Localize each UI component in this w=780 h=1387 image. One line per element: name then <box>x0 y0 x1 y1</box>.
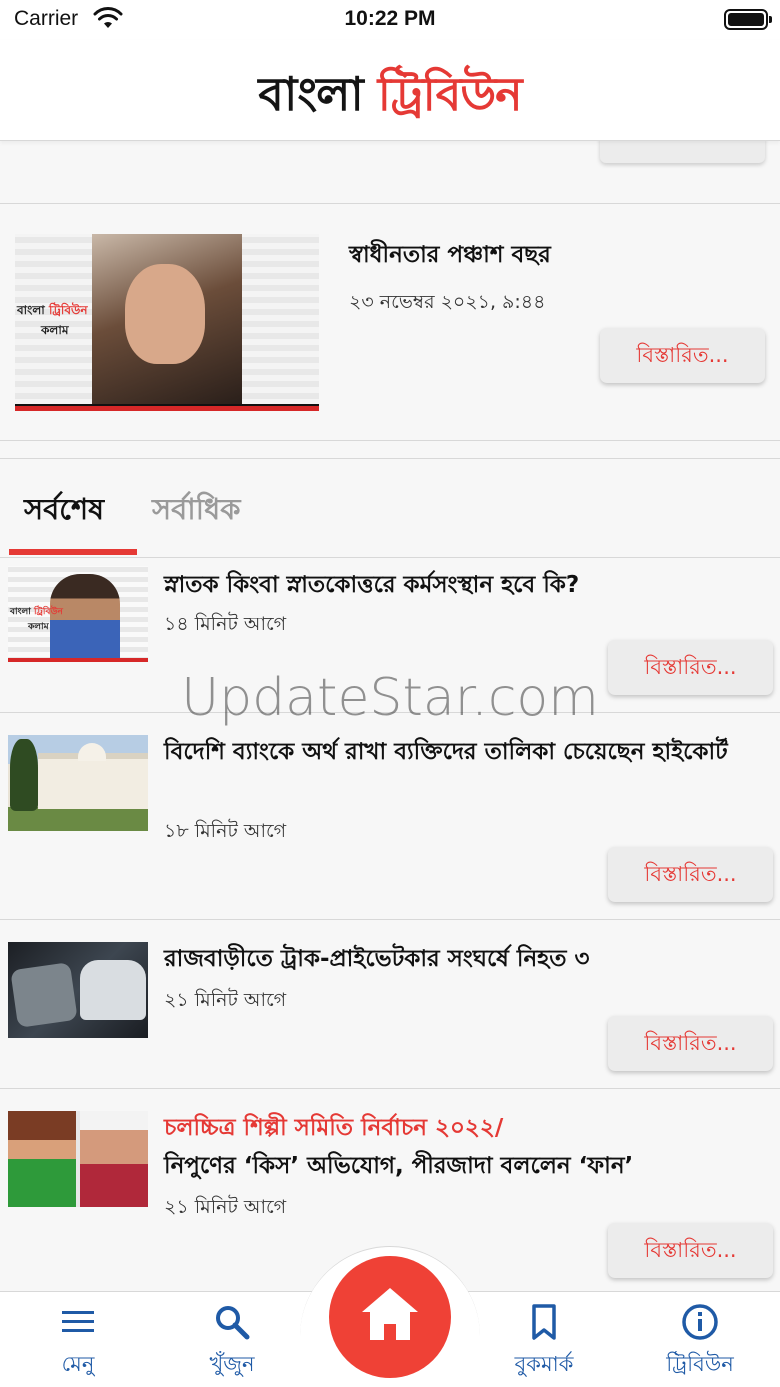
divider <box>0 440 780 441</box>
clock: 10:22 PM <box>344 7 436 30</box>
bottom-tab-bar: মেনু খুঁজুন বুকমার্ক ট্রিবিউন <box>0 1246 780 1387</box>
featured-date: ২৩ নভেম্বর ২০২১, ৯:৪৪ <box>349 291 546 313</box>
nav-tribune[interactable]: ট্রিবিউন <box>640 1302 760 1383</box>
article-thumbnail[interactable] <box>8 735 148 831</box>
previous-more-button[interactable] <box>600 141 765 163</box>
active-tab-indicator <box>9 549 137 555</box>
featured-more-button[interactable]: বিস্তারিত... <box>600 328 765 383</box>
list-item[interactable]: রাজবাড়ীতে ট্রাক-প্রাইভেটকার সংঘর্ষে নিহ… <box>0 920 780 1088</box>
info-icon <box>682 1304 718 1340</box>
thumbnail-brand: বাংলা ট্রিবিউন কলাম <box>10 607 63 632</box>
logo-tribune: ট্রিবিউন <box>377 67 523 121</box>
article-title[interactable]: বিদেশি ব্যাংকে অর্থ রাখা ব্যক্তিদের তালি… <box>164 733 764 771</box>
status-bar: Carrier 10:22 PM <box>0 0 780 40</box>
battery-icon <box>724 9 772 30</box>
nav-tribune-label: ট্রিবিউন <box>666 1352 734 1376</box>
news-tabs: সর্বশেষ সর্বাধিক <box>0 458 780 558</box>
more-button[interactable]: বিস্তারিত... <box>608 1223 773 1278</box>
home-button[interactable] <box>329 1256 451 1378</box>
article-time: ১৮ মিনিট আগে <box>164 820 287 842</box>
app-logo[interactable]: বাংলা ট্রিবিউন <box>0 60 780 136</box>
article-title[interactable]: স্নাতক কিংবা স্নাতকোত্তরে কর্মসংস্থান হব… <box>164 566 764 604</box>
nav-menu-label: মেনু <box>61 1352 95 1376</box>
article-thumbnail[interactable]: বাংলা ট্রিবিউন কলাম <box>8 566 148 662</box>
featured-thumbnail[interactable]: বাংলা ট্রিবিউন কলাম <box>15 234 319 411</box>
article-time: ২১ মিনিট আগে <box>164 1196 287 1218</box>
tab-most-read[interactable]: সর্বাধিক <box>152 487 241 536</box>
list-item[interactable]: বিদেশি ব্যাংকে অর্থ রাখা ব্যক্তিদের তালি… <box>0 713 780 919</box>
search-icon <box>216 1306 250 1340</box>
article-title[interactable]: চলচ্চিত্র শিল্পী সমিতি নির্বাচন ২০২২/ নি… <box>164 1109 764 1185</box>
thumbnail-brand: বাংলা ট্রিবিউন কলাম <box>17 303 88 337</box>
article-thumbnail[interactable] <box>8 942 148 1038</box>
article-time: ১৪ মিনিট আগে <box>164 613 287 635</box>
article-kicker: চলচ্চিত্র শিল্পী সমিতি নির্বাচন ২০২২/ <box>164 1115 504 1141</box>
bookmark-icon <box>532 1304 556 1340</box>
more-button[interactable]: বিস্তারিত... <box>608 847 773 902</box>
nav-bookmark[interactable]: বুকমার্ক <box>484 1302 604 1383</box>
article-title[interactable]: রাজবাড়ীতে ট্রাক-প্রাইভেটকার সংঘর্ষে নিহ… <box>164 940 764 978</box>
featured-article[interactable]: বাংলা ট্রিবিউন কলাম স্বাধীনতার পঞ্চাশ বছ… <box>0 204 780 440</box>
home-icon <box>362 1288 418 1340</box>
news-feed[interactable]: বাংলা ট্রিবিউন কলাম স্বাধীনতার পঞ্চাশ বছ… <box>0 141 780 1291</box>
tab-latest[interactable]: সর্বশেষ <box>24 487 104 536</box>
nav-search[interactable]: খুঁজুন <box>172 1302 292 1383</box>
more-button[interactable]: বিস্তারিত... <box>608 640 773 695</box>
app-header: বাংলা ট্রিবিউন <box>0 40 780 141</box>
article-thumbnail[interactable] <box>8 1111 148 1207</box>
nav-bookmark-label: বুকমার্ক <box>514 1352 574 1376</box>
article-headline: নিপুণের ‘কিস’ অভিযোগ, পীরজাদা বললেন ‘ফান… <box>164 1153 634 1179</box>
featured-title[interactable]: স্বাধীনতার পঞ্চাশ বছর <box>349 236 551 275</box>
menu-icon <box>62 1311 94 1332</box>
nav-menu[interactable]: মেনু <box>18 1302 138 1383</box>
nav-search-label: খুঁজুন <box>209 1352 255 1376</box>
more-button[interactable]: বিস্তারিত... <box>608 1016 773 1071</box>
list-item[interactable]: বাংলা ট্রিবিউন কলাম স্নাতক কিংবা স্নাতকো… <box>0 558 780 712</box>
article-time: ২১ মিনিট আগে <box>164 989 287 1011</box>
logo-bangla: বাংলা <box>258 67 363 121</box>
